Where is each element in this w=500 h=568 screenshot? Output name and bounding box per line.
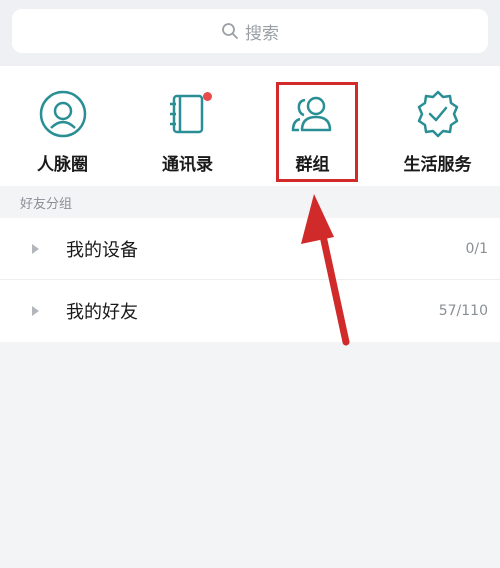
shortcut-label: 生活服务: [403, 155, 472, 175]
list-item-my-devices[interactable]: 我的设备 0/1: [0, 218, 500, 280]
search-icon: [222, 23, 238, 39]
section-title: 好友分组: [20, 196, 73, 212]
search-placeholder: 搜索: [245, 23, 279, 44]
group-name: 我的好友: [66, 302, 138, 323]
shortcut-contacts-circle[interactable]: 人脉圈: [0, 66, 125, 186]
shortcut-bar: 人脉圈 通讯录 群组 生活服务: [0, 66, 500, 186]
group-count: 0/1: [465, 240, 488, 257]
highlight-box: [276, 82, 358, 182]
shortcut-life-service[interactable]: 生活服务: [375, 66, 500, 186]
expand-arrow-icon: [32, 243, 39, 254]
group-count: 57/110: [438, 303, 488, 319]
list-item-my-friends[interactable]: 我的好友 57/110: [0, 280, 500, 342]
search-bar[interactable]: 搜索: [12, 9, 488, 53]
life-service-icon: [410, 86, 466, 142]
shortcut-label: 人脉圈: [37, 155, 88, 175]
search-area: 搜索: [0, 0, 500, 66]
address-book-icon: [160, 86, 216, 142]
section-header: 好友分组: [0, 186, 500, 218]
contacts-circle-icon: [35, 86, 91, 142]
group-name: 我的设备: [66, 239, 138, 261]
notification-badge: [202, 92, 212, 101]
shortcut-label: 通讯录: [162, 155, 213, 175]
expand-arrow-icon: [32, 306, 39, 316]
shortcut-address-book[interactable]: 通讯录: [125, 66, 250, 186]
friend-group-list: 我的设备 0/1 我的好友 57/110: [0, 218, 500, 342]
